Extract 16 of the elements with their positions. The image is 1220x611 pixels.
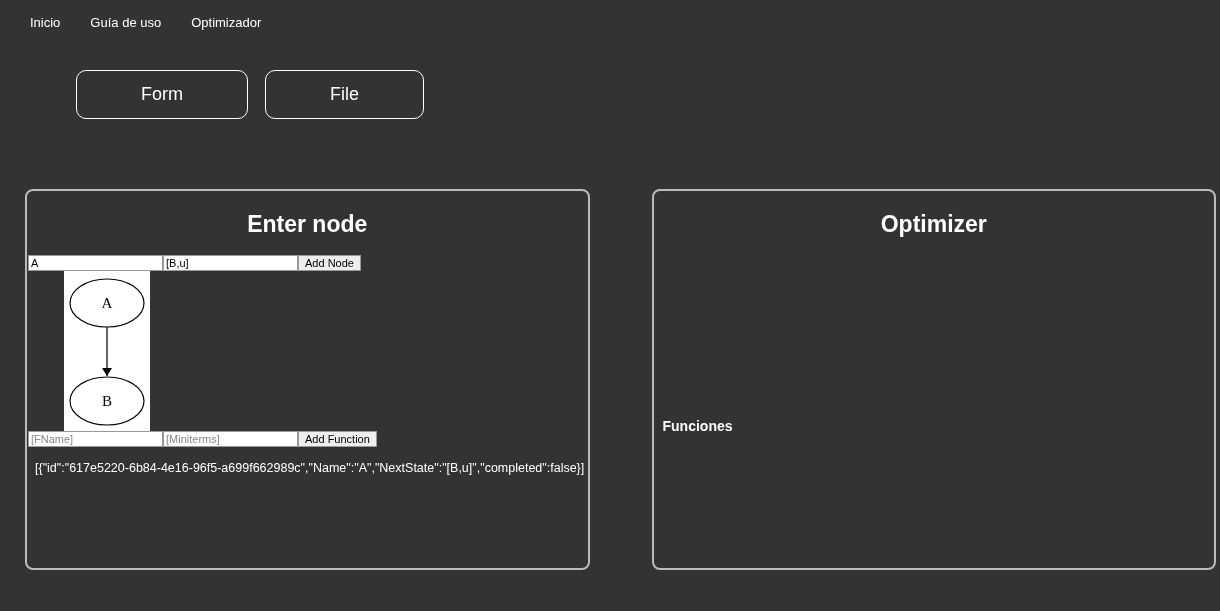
next-state-field[interactable]: [B,u]	[163, 255, 298, 271]
graph-drawing: A B	[64, 271, 150, 431]
function-name-field[interactable]: [FName]	[28, 431, 163, 447]
nav-link[interactable]: Optimizador	[191, 15, 262, 30]
panel-title: Optimizer	[879, 211, 988, 238]
add-function-button[interactable]: Add Function	[298, 431, 377, 447]
name-field[interactable]: A	[28, 255, 163, 271]
miniterms-field[interactable]: [Miniterms]	[163, 431, 298, 447]
panel-title: Enter node	[246, 211, 369, 238]
functions-label: Funciones	[662, 418, 734, 434]
mode-button[interactable]: Form	[76, 70, 248, 119]
mode-button[interactable]: File	[265, 70, 424, 119]
json-output: [{"id":"617e5220-6b84-4e16-96f5-a699f662989c","Name":"A","NextState":"[B,u]","completed":false}]	[35, 461, 586, 475]
add-node-button[interactable]: Add Node	[298, 255, 361, 271]
nav-link[interactable]: Guía de uso	[90, 15, 162, 30]
nav-link[interactable]: Inicio	[30, 15, 61, 30]
